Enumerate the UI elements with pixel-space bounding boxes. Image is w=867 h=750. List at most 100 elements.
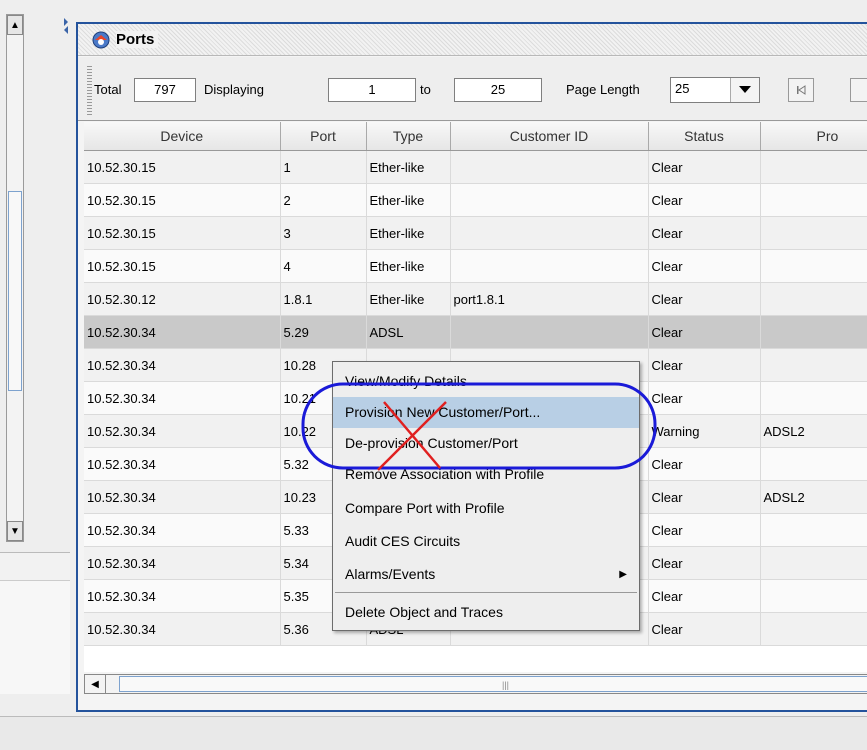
cell-customer-id (450, 183, 649, 217)
menu-item-remove-association-with-profile[interactable]: Remove Association with Profile (333, 459, 639, 490)
cell-status: Warning (648, 414, 761, 448)
table-row[interactable]: 10.52.30.12 1.8.1 Ether-like port1.8.1 Clear (84, 282, 867, 316)
cell-device: 10.52.30.34 (84, 447, 281, 481)
cell-status: Clear (648, 315, 761, 349)
cell-profile: ADSL2 (760, 480, 867, 514)
horizontal-scroll-thumb[interactable]: ||| (119, 676, 867, 692)
menu-item-view-modify-details[interactable]: View/Modify Details (333, 366, 639, 397)
left-panel-scrollbar[interactable]: ▲ ▼ (6, 14, 24, 542)
cell-status: Clear (648, 513, 761, 547)
column-header-customer-id[interactable]: Customer ID (450, 122, 649, 151)
scroll-down-icon[interactable]: ▼ (7, 521, 23, 541)
first-page-icon (797, 85, 806, 95)
menu-item-provision-new-customer-port[interactable]: Provision New Customer/Port... (333, 397, 639, 428)
menu-item-label: Remove Association with Profile (345, 466, 545, 482)
to-label: to (420, 82, 431, 97)
total-label: Total (94, 82, 122, 97)
page-length-value: 25 (675, 81, 690, 96)
from-field[interactable]: 1 (328, 78, 416, 102)
scroll-up-icon[interactable]: ▲ (7, 15, 23, 35)
page-length-label: Page Length (566, 82, 640, 97)
column-header-device[interactable]: Device (84, 122, 281, 151)
toolbar-grip-icon[interactable] (87, 65, 92, 115)
scroll-left-icon[interactable]: ◀ (85, 675, 106, 693)
menu-item-delete-object-and-traces[interactable]: Delete Object and Traces (333, 597, 639, 628)
cell-port: 4 (280, 249, 367, 283)
previous-page-button[interactable] (850, 78, 867, 102)
ports-icon (92, 31, 110, 49)
collapse-handle-icon[interactable] (62, 16, 70, 36)
cell-status: Clear (648, 381, 761, 415)
cell-profile (760, 381, 867, 415)
scroll-grip-icon: ||| (502, 680, 510, 690)
cell-profile (760, 216, 867, 250)
table-row[interactable]: 10.52.30.15 2 Ether-like Clear (84, 183, 867, 217)
cell-device: 10.52.30.34 (84, 612, 281, 646)
cell-device: 10.52.30.34 (84, 513, 281, 547)
horizontal-scrollbar[interactable]: ◀ ||| (84, 674, 867, 694)
triangle-down-icon[interactable] (730, 78, 759, 102)
menu-item-compare-port-with-profile[interactable]: Compare Port with Profile (333, 493, 639, 524)
window-title: Ports (116, 31, 159, 48)
pagination-toolbar: Total 797 Displaying 1 to 25 Page Length… (78, 57, 867, 121)
column-header-port[interactable]: Port (280, 122, 367, 151)
cell-customer-id (450, 249, 649, 283)
menu-item-audit-ces-circuits[interactable]: Audit CES Circuits (333, 526, 639, 557)
cell-status: Clear (648, 282, 761, 316)
cell-profile (760, 579, 867, 613)
total-value: 797 (134, 78, 196, 102)
menu-item-label: Alarms/Events (345, 566, 436, 582)
table-row[interactable]: 10.52.30.15 4 Ether-like Clear (84, 249, 867, 283)
menu-item-label: Audit CES Circuits (345, 533, 461, 549)
table-header: Device Port Type Customer ID Status Pro (84, 122, 867, 151)
cell-device: 10.52.30.34 (84, 579, 281, 613)
window-titlebar[interactable]: Ports (78, 24, 867, 56)
cell-type: ADSL (366, 315, 451, 349)
menu-item-alarms-events[interactable]: Alarms/Events ▶ (333, 559, 639, 590)
cell-type: Ether-like (366, 150, 451, 184)
column-header-type[interactable]: Type (366, 122, 451, 151)
cell-status: Clear (648, 480, 761, 514)
cell-device: 10.52.30.15 (84, 150, 281, 184)
cell-device: 10.52.30.15 (84, 216, 281, 250)
table-row[interactable]: 10.52.30.34 5.29 ADSL Clear (84, 315, 867, 349)
cell-device: 10.52.30.34 (84, 381, 281, 415)
menu-item-label: De-provision Customer/Port (345, 435, 518, 451)
to-field[interactable]: 25 (454, 78, 542, 102)
table-row[interactable]: 10.52.30.15 1 Ether-like Clear (84, 150, 867, 184)
menu-separator (335, 592, 637, 593)
cell-profile (760, 546, 867, 580)
page-length-select[interactable]: 25 (670, 77, 760, 103)
cell-profile (760, 315, 867, 349)
cell-type: Ether-like (366, 183, 451, 217)
menu-item-deprovision-customer-port[interactable]: De-provision Customer/Port (333, 428, 639, 459)
cell-profile (760, 282, 867, 316)
cell-status: Clear (648, 546, 761, 580)
cell-profile (760, 447, 867, 481)
cell-type: Ether-like (366, 249, 451, 283)
column-header-status[interactable]: Status (648, 122, 761, 151)
first-page-button[interactable] (788, 78, 814, 102)
context-menu: View/Modify Details Provision New Custom… (332, 361, 640, 631)
cell-customer-id: port1.8.1 (450, 282, 649, 316)
cell-profile: ADSL2 (760, 414, 867, 448)
scroll-thumb[interactable] (8, 191, 22, 391)
submenu-arrow-icon: ▶ (619, 569, 627, 580)
cell-device: 10.52.30.12 (84, 282, 281, 316)
cell-device: 10.52.30.15 (84, 249, 281, 283)
cell-customer-id (450, 315, 649, 349)
cell-status: Clear (648, 249, 761, 283)
cell-device: 10.52.30.34 (84, 315, 281, 349)
cell-port: 3 (280, 216, 367, 250)
cell-customer-id (450, 216, 649, 250)
column-header-profile[interactable]: Pro (760, 122, 867, 151)
displaying-label: Displaying (204, 82, 264, 97)
cell-port: 1 (280, 150, 367, 184)
cell-profile (760, 183, 867, 217)
cell-type: Ether-like (366, 216, 451, 250)
table-row[interactable]: 10.52.30.15 3 Ether-like Clear (84, 216, 867, 250)
cell-status: Clear (648, 348, 761, 382)
menu-item-label: Delete Object and Traces (345, 604, 503, 620)
cell-profile (760, 249, 867, 283)
cell-device: 10.52.30.15 (84, 183, 281, 217)
